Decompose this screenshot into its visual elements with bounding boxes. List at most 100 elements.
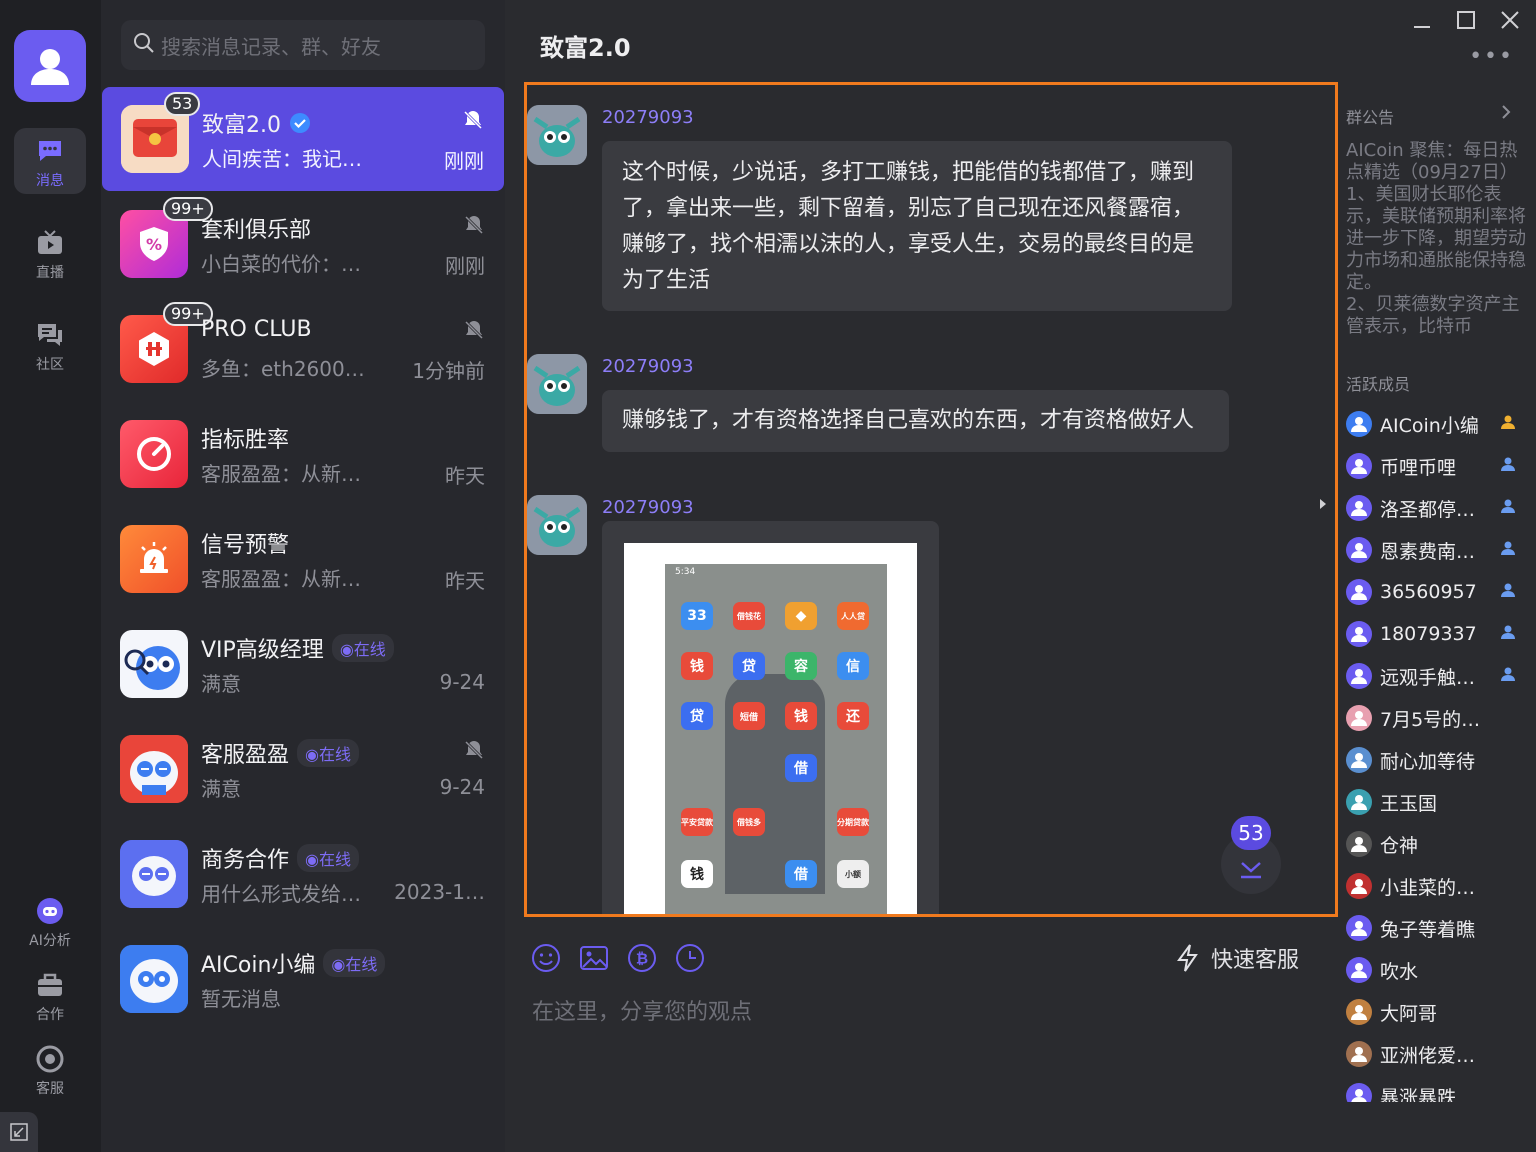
member-item[interactable]: 耐心加等待 [1346, 742, 1532, 778]
member-name: 仓神 [1380, 834, 1419, 857]
quick-service-button[interactable]: 快速客服 [1175, 942, 1299, 974]
conversation-item[interactable]: AICoin小编 ◉在线 暂无消息 [101, 927, 505, 1031]
conversation-item[interactable]: 商务合作 ◉在线 用什么形式发给… 2023-1… [101, 822, 505, 926]
member-avatar [1346, 831, 1372, 857]
member-item[interactable]: 洛圣都停… [1346, 490, 1532, 526]
member-item[interactable]: 36560957 [1346, 574, 1532, 610]
conversation-item[interactable]: 53 致富2.0 人间疾苦：我记… 刚刚 [102, 87, 504, 191]
conversation-item[interactable]: 99+ PRO CLUB 多鱼：eth2600… 1分钟前 [101, 297, 505, 401]
owl-avatar-icon [527, 354, 587, 414]
composer-toolbar: ₿ [530, 942, 706, 974]
app-icon: 贷 [733, 652, 765, 680]
briefcase-icon [35, 970, 65, 1000]
user-avatar[interactable] [14, 30, 86, 102]
member-item[interactable]: 7月5号的… [1346, 700, 1532, 736]
chat-bubble-icon [35, 136, 65, 166]
conversation-item[interactable]: 客服盈盈 ◉在线 满意 9-24 [101, 717, 505, 821]
conversation-preview: 用什么形式发给… [201, 882, 361, 906]
clock-icon[interactable] [674, 942, 706, 974]
image-message[interactable]: 5:34 33 借钱花 ◆ 人人贷 钱 贷 容 信 贷 短借 钱 还 借 平安贷… [602, 521, 939, 914]
message-input[interactable]: 在这里，分享您的观点 [532, 994, 752, 1026]
sender-avatar[interactable] [527, 495, 587, 555]
contact-avatar [120, 735, 188, 803]
image-thumbnail[interactable]: 5:34 33 借钱花 ◆ 人人贷 钱 贷 容 信 贷 短借 钱 还 借 平安贷… [624, 543, 917, 914]
maximize-icon[interactable] [1454, 8, 1478, 32]
member-item[interactable]: 大阿哥 [1346, 994, 1532, 1030]
conversation-list: 搜索消息记录、群、好友 53 致富2.0 人间疾苦：我记… 刚刚 % 99+ 套… [101, 0, 505, 1152]
conversation-item[interactable]: VIP高级经理 ◉在线 满意 9-24 [101, 612, 505, 716]
sender-name[interactable]: 20279093 [602, 356, 694, 377]
emoji-icon[interactable] [530, 942, 562, 974]
sender-name[interactable]: 20279093 [602, 497, 694, 518]
window-controls [1410, 8, 1522, 32]
member-name: 7月5号的… [1380, 708, 1481, 731]
bitcoin-icon[interactable]: ₿ [626, 942, 658, 974]
gauge-icon [137, 437, 171, 471]
rail-label: 直播 [36, 265, 64, 281]
phone-screenshot: 5:34 33 借钱花 ◆ 人人贷 钱 贷 容 信 贷 短借 钱 还 借 平安贷… [665, 564, 887, 914]
member-item[interactable]: 仓神 [1346, 826, 1532, 862]
conversation-name: 套利俱乐部 [201, 212, 311, 244]
member-name: 洛圣都停… [1380, 498, 1476, 521]
message-area[interactable]: 20279093 这个时候，少说话，多打工赚钱，把能借的钱都借了，赚到 了，拿出… [524, 82, 1338, 917]
minimize-icon[interactable] [1410, 8, 1434, 32]
member-item[interactable]: 暴涨暴跌 [1346, 1078, 1532, 1102]
owl-mascot-icon [120, 735, 188, 803]
close-icon[interactable] [1498, 8, 1522, 32]
member-item[interactable]: 兔子等着瞧 [1346, 910, 1532, 946]
scroll-to-new-button[interactable]: 53 [1221, 816, 1281, 896]
conversation-item[interactable]: % 99+ 套利俱乐部 小白菜的代价：… 刚刚 [101, 192, 505, 296]
member-item[interactable]: 亚洲佬爱… [1346, 1036, 1532, 1072]
app-icon: 借 [785, 860, 817, 888]
rail-item-cooperation[interactable]: 合作 [14, 970, 86, 1024]
user-icon [1351, 417, 1367, 432]
member-item[interactable]: AICoin小编 [1346, 406, 1532, 442]
conversation-title: 商务合作 [201, 848, 290, 873]
rail-item-messages[interactable]: 消息 [14, 128, 86, 194]
sender-name[interactable]: 20279093 [602, 107, 694, 128]
sender-avatar[interactable] [527, 105, 587, 165]
user-icon [1351, 879, 1367, 894]
collapse-panel-icon[interactable] [1316, 490, 1330, 518]
svg-text:₿: ₿ [636, 950, 648, 968]
group-info-panel: 群公告 AICoin 聚焦：每日热点精选（09月27日） 1、美国财长耶伦表示，… [1338, 90, 1536, 1152]
sender-avatar[interactable] [527, 354, 587, 414]
member-item[interactable]: 恩素费南… [1346, 532, 1532, 568]
conversation-item[interactable]: 指标胜率 客服盈盈：从新… 昨天 [101, 402, 505, 506]
conversation-title: 客服盈盈 [201, 743, 290, 768]
app-icon: ◆ [785, 602, 817, 630]
user-icon [1351, 1089, 1367, 1102]
conversation-item[interactable]: 信号预警 客服盈盈：从新… 昨天 [101, 507, 505, 611]
image-icon[interactable] [578, 942, 610, 974]
member-item[interactable]: 远观手触… [1346, 658, 1532, 694]
member-name: 远观手触… [1380, 666, 1476, 689]
rail-item-support[interactable]: 客服 [14, 1044, 86, 1098]
member-item[interactable]: 币哩币哩 [1346, 448, 1532, 484]
member-avatar [1346, 1083, 1372, 1102]
member-item[interactable]: 小韭菜的… [1346, 868, 1532, 904]
member-item[interactable]: 吹水 [1346, 952, 1532, 988]
member-avatar [1346, 915, 1372, 941]
rail-item-live[interactable]: 直播 [14, 228, 86, 282]
owl-mascot-icon [120, 945, 188, 1013]
member-item[interactable]: 18079337 [1346, 616, 1532, 652]
message-line: 赚够了，找个相濡以沫的人，享受人生，交易的最终目的是 [622, 232, 1195, 257]
message-line: 为了生活 [622, 268, 711, 293]
conversation-preview: 客服盈盈：从新… [201, 462, 361, 486]
search-input[interactable]: 搜索消息记录、群、好友 [121, 20, 485, 70]
online-status: ◉在线 [331, 634, 394, 662]
rail-item-ai-analysis[interactable]: AI分析 [14, 896, 86, 950]
rail-item-community[interactable]: 社区 [14, 320, 86, 374]
member-avatar [1346, 789, 1372, 815]
resize-corner[interactable] [0, 1112, 38, 1152]
app-icon: 短借 [733, 702, 765, 730]
member-avatar [1346, 999, 1372, 1025]
user-icon [1351, 753, 1367, 768]
owl-mascot-icon [124, 646, 180, 690]
conversation-name: 指标胜率 [201, 422, 289, 454]
user-icon [1351, 459, 1367, 474]
more-options-icon[interactable]: ••• [1469, 44, 1514, 69]
conversation-title: AICoin小编 [201, 953, 316, 978]
member-item[interactable]: 王玉国 [1346, 784, 1532, 820]
member-avatar [1346, 747, 1372, 773]
